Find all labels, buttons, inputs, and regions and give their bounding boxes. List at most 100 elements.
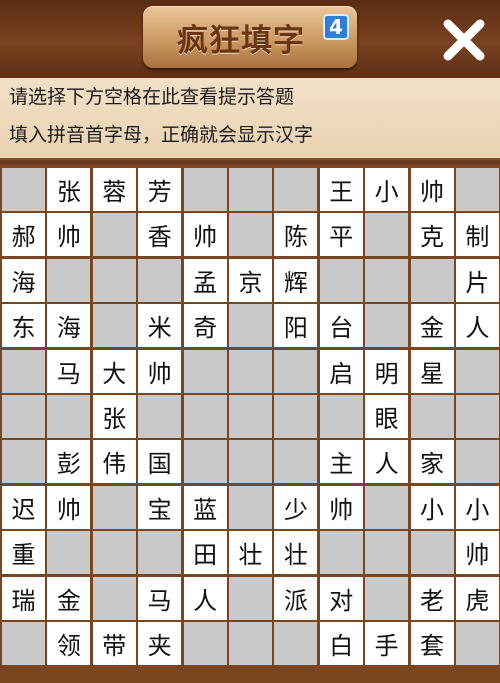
letter-cell[interactable]: 瑞 <box>2 576 45 620</box>
letter-cell[interactable]: 海 <box>2 258 45 302</box>
blank-cell <box>455 621 499 665</box>
letter-cell[interactable]: 金 <box>47 576 91 620</box>
letter-cell[interactable]: 眼 <box>365 394 409 438</box>
letter-cell[interactable]: 蓝 <box>183 485 227 529</box>
blank-cell <box>365 258 409 302</box>
blank-cell <box>183 440 227 484</box>
letter-cell[interactable]: 对 <box>319 576 363 620</box>
blank-cell <box>228 213 272 257</box>
letter-cell[interactable]: 郝 <box>2 213 45 257</box>
letter-cell[interactable]: 宝 <box>138 485 182 529</box>
blank-cell <box>92 485 136 529</box>
letter-cell[interactable]: 壮 <box>274 531 318 575</box>
blank-cell <box>319 394 363 438</box>
letter-cell[interactable]: 蓉 <box>92 168 136 211</box>
blank-cell <box>138 258 182 302</box>
letter-cell[interactable]: 彭 <box>47 440 91 484</box>
letter-cell[interactable]: 派 <box>274 576 318 620</box>
letter-cell[interactable]: 迟 <box>2 485 45 529</box>
letter-cell[interactable]: 带 <box>92 621 136 665</box>
blank-cell <box>455 168 499 211</box>
blank-cell <box>183 394 227 438</box>
blank-cell <box>274 440 318 484</box>
letter-cell[interactable]: 奇 <box>183 304 227 348</box>
letter-cell[interactable]: 张 <box>47 168 91 211</box>
letter-cell[interactable]: 马 <box>138 576 182 620</box>
letter-cell[interactable]: 壮 <box>228 531 272 575</box>
game-title: 疯狂填字 <box>177 22 305 59</box>
letter-cell[interactable]: 家 <box>410 440 454 484</box>
letter-cell[interactable]: 王 <box>319 168 363 211</box>
blank-cell <box>138 394 182 438</box>
letter-cell[interactable]: 主 <box>319 440 363 484</box>
letter-cell[interactable]: 大 <box>92 349 136 393</box>
letter-cell[interactable]: 白 <box>319 621 363 665</box>
letter-cell[interactable]: 孟 <box>183 258 227 302</box>
letter-cell[interactable]: 香 <box>138 213 182 257</box>
level-badge: 4 <box>323 14 349 40</box>
letter-cell[interactable]: 台 <box>319 304 363 348</box>
blank-cell <box>319 258 363 302</box>
header-bar: 疯狂填字 4 <box>0 0 500 78</box>
letter-cell[interactable]: 小 <box>455 485 499 529</box>
blank-cell <box>228 349 272 393</box>
close-button[interactable] <box>436 12 492 68</box>
letter-cell[interactable]: 克 <box>410 213 454 257</box>
letter-cell[interactable]: 国 <box>138 440 182 484</box>
blank-cell <box>365 531 409 575</box>
letter-cell[interactable]: 启 <box>319 349 363 393</box>
letter-cell[interactable]: 手 <box>365 621 409 665</box>
letter-cell[interactable]: 夹 <box>138 621 182 665</box>
blank-cell <box>228 394 272 438</box>
letter-cell[interactable]: 金 <box>410 304 454 348</box>
blank-cell <box>455 349 499 393</box>
letter-cell[interactable]: 帅 <box>410 168 454 211</box>
blank-cell <box>92 304 136 348</box>
blank-cell <box>228 168 272 211</box>
letter-cell[interactable]: 领 <box>47 621 91 665</box>
letter-cell[interactable]: 帅 <box>47 485 91 529</box>
letter-cell[interactable]: 星 <box>410 349 454 393</box>
letter-cell[interactable]: 少 <box>274 485 318 529</box>
letter-cell[interactable]: 马 <box>47 349 91 393</box>
letter-cell[interactable]: 海 <box>47 304 91 348</box>
letter-cell[interactable]: 田 <box>183 531 227 575</box>
blank-cell <box>92 213 136 257</box>
letter-cell[interactable]: 人 <box>365 440 409 484</box>
letter-cell[interactable]: 米 <box>138 304 182 348</box>
blank-cell <box>92 531 136 575</box>
letter-cell[interactable]: 陈 <box>274 213 318 257</box>
close-x-icon <box>443 19 485 61</box>
letter-cell[interactable]: 伟 <box>92 440 136 484</box>
letter-cell[interactable]: 京 <box>228 258 272 302</box>
letter-cell[interactable]: 人 <box>183 576 227 620</box>
letter-cell[interactable]: 片 <box>455 258 499 302</box>
letter-cell[interactable]: 东 <box>2 304 45 348</box>
letter-cell[interactable]: 张 <box>92 394 136 438</box>
letter-cell[interactable]: 帅 <box>455 531 499 575</box>
letter-cell[interactable]: 制 <box>455 213 499 257</box>
puzzle-board: 张蓉芳王小帅郝帅香帅陈平克制海孟京辉片东海米奇阳台金人马大帅启明星张眼彭伟国主人… <box>0 165 500 683</box>
blank-cell <box>47 531 91 575</box>
letter-cell[interactable]: 老 <box>410 576 454 620</box>
letter-cell[interactable]: 重 <box>2 531 45 575</box>
letter-cell[interactable]: 虎 <box>455 576 499 620</box>
letter-cell[interactable]: 帅 <box>47 213 91 257</box>
letter-cell[interactable]: 套 <box>410 621 454 665</box>
letter-cell[interactable]: 小 <box>410 485 454 529</box>
blank-cell <box>2 394 45 438</box>
letter-cell[interactable]: 芳 <box>138 168 182 211</box>
crossword-grid: 张蓉芳王小帅郝帅香帅陈平克制海孟京辉片东海米奇阳台金人马大帅启明星张眼彭伟国主人… <box>2 168 499 665</box>
letter-cell[interactable]: 辉 <box>274 258 318 302</box>
letter-cell[interactable]: 人 <box>455 304 499 348</box>
letter-cell[interactable]: 小 <box>365 168 409 211</box>
letter-cell[interactable]: 帅 <box>138 349 182 393</box>
blank-cell <box>274 168 318 211</box>
letter-cell[interactable]: 阳 <box>274 304 318 348</box>
blank-cell <box>183 621 227 665</box>
letter-cell[interactable]: 帅 <box>319 485 363 529</box>
letter-cell[interactable]: 帅 <box>183 213 227 257</box>
blank-cell <box>138 531 182 575</box>
letter-cell[interactable]: 平 <box>319 213 363 257</box>
letter-cell[interactable]: 明 <box>365 349 409 393</box>
